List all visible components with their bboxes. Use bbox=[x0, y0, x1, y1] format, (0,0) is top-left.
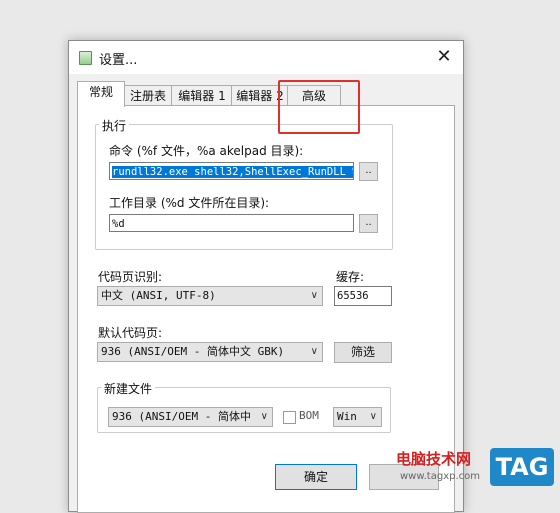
command-label: 命令 (%f 文件，%a akelpad 目录): bbox=[109, 144, 304, 158]
new-file-group-label: 新建文件 bbox=[101, 380, 156, 397]
chevron-down-icon: ∨ bbox=[310, 290, 318, 301]
tab-editor-1[interactable]: 编辑器 1 bbox=[171, 85, 233, 106]
execute-group-label: 执行 bbox=[99, 117, 130, 134]
cache-label: 缓存: bbox=[336, 270, 365, 284]
chevron-down-icon: ∨ bbox=[369, 411, 377, 422]
command-browse-button[interactable]: .. bbox=[359, 162, 378, 181]
tab-registry[interactable]: 注册表 bbox=[123, 85, 173, 106]
app-icon bbox=[79, 51, 92, 65]
default-codepage-label: 默认代码页: bbox=[98, 326, 163, 340]
codepage-detect-label: 代码页识别: bbox=[98, 270, 163, 284]
command-value: rundll32.exe shell32,ShellExec_RunDLL %f bbox=[112, 166, 353, 178]
workdir-label: 工作目录 (%d 文件所在目录): bbox=[109, 196, 270, 210]
title-bar[interactable]: 设置... ✕ bbox=[69, 41, 463, 74]
dialog-title: 设置... bbox=[99, 53, 138, 68]
bom-label: BOM bbox=[299, 409, 319, 422]
bom-checkbox[interactable] bbox=[283, 411, 296, 424]
tab-general[interactable]: 常规 bbox=[77, 81, 125, 107]
codepage-detect-value: 中文 (ANSI, UTF-8) bbox=[101, 289, 216, 302]
cache-input[interactable]: 65536 bbox=[334, 286, 392, 306]
workdir-browse-button[interactable]: .. bbox=[359, 214, 378, 233]
new-file-codepage-value: 936 (ANSI/OEM - 简体中 bbox=[112, 410, 251, 423]
command-input[interactable]: rundll32.exe shell32,ShellExec_RunDLL %f bbox=[109, 162, 354, 180]
default-codepage-select[interactable]: 936 (ANSI/OEM - 简体中文 GBK) ∨ bbox=[97, 342, 323, 362]
chevron-down-icon: ∨ bbox=[310, 346, 318, 357]
watermark-text: 电脑技术网 bbox=[396, 450, 472, 468]
chevron-down-icon: ∨ bbox=[260, 411, 268, 422]
new-file-codepage-select[interactable]: 936 (ANSI/OEM - 简体中 ∨ bbox=[108, 407, 273, 427]
filter-button[interactable]: 筛选 bbox=[334, 342, 392, 363]
watermark-url: www.tagxp.com bbox=[400, 471, 480, 482]
ok-button[interactable]: 确定 bbox=[275, 464, 357, 490]
workdir-input[interactable]: %d bbox=[109, 214, 354, 232]
watermark-tag: TAG bbox=[490, 448, 554, 486]
settings-dialog: 设置... ✕ 常规 注册表 编辑器 1 编辑器 2 高级 执行 命令 (%f … bbox=[68, 40, 464, 513]
default-codepage-value: 936 (ANSI/OEM - 简体中文 GBK) bbox=[101, 345, 285, 358]
close-icon[interactable]: ✕ bbox=[431, 44, 457, 70]
codepage-detect-select[interactable]: 中文 (ANSI, UTF-8) ∨ bbox=[97, 286, 323, 306]
highlight-box bbox=[278, 80, 360, 134]
newline-select[interactable]: Win ∨ bbox=[333, 407, 382, 427]
newline-value: Win bbox=[337, 410, 357, 423]
